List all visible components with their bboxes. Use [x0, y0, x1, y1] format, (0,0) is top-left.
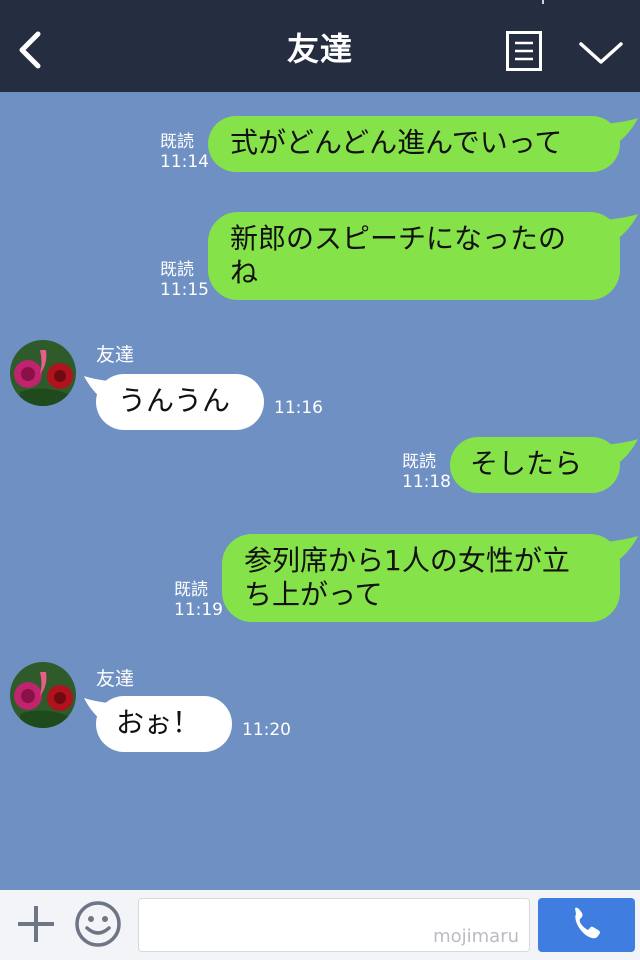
message-time: 11:19 — [174, 600, 223, 620]
sender-name: 友達 — [96, 668, 135, 690]
read-receipt: 既読 — [174, 580, 208, 600]
rose-avatar-icon — [10, 662, 76, 728]
message-text: 新郎のスピーチになったの ね — [230, 222, 567, 289]
message-input[interactable]: mojimaru — [138, 898, 530, 952]
plus-icon[interactable] — [16, 904, 56, 944]
phone-icon — [575, 907, 600, 939]
watermark: mojimaru — [433, 926, 519, 947]
read-receipt: 既読 — [402, 452, 436, 472]
bubble-tail — [604, 118, 638, 144]
avatar[interactable] — [10, 340, 76, 406]
message-time: 11:20 — [242, 720, 291, 740]
message-bubble[interactable]: 参列席から1人の女性が立 ち上がって — [222, 534, 620, 622]
chat-title: 友達 — [286, 30, 353, 68]
read-receipt: 既読 — [160, 260, 194, 280]
message-text: 参列席から1人の女性が立 ち上がって — [244, 544, 570, 611]
message-text: うんうん — [118, 384, 231, 417]
message-bubble[interactable]: そしたら — [450, 437, 620, 493]
bubble-tail — [604, 439, 638, 465]
message-bubble[interactable]: 式がどんどん進んでいって — [208, 116, 620, 172]
message-time: 11:15 — [160, 280, 209, 300]
message-bubble[interactable]: 新郎のスピーチになったの ね — [208, 212, 620, 300]
chat-area: 既読 11:14 式がどんどん進んでいって 既読 11:15 新郎のスピーチにな… — [0, 92, 640, 890]
message-text: 式がどんどん進んでいって — [230, 126, 563, 159]
message-bubble[interactable]: おぉ！ — [96, 696, 232, 752]
read-receipt: 既読 — [160, 132, 194, 152]
status-mark — [542, 0, 544, 4]
chevron-down-icon[interactable] — [578, 38, 624, 68]
message-text: おぉ！ — [116, 706, 201, 739]
header-bar: 友達 — [0, 0, 640, 92]
smiley-icon[interactable] — [74, 900, 122, 948]
message-text: そしたら — [470, 447, 583, 480]
sender-name: 友達 — [96, 344, 135, 366]
avatar[interactable] — [10, 662, 76, 728]
message-bubble[interactable]: うんうん — [96, 374, 264, 430]
rose-avatar-icon — [10, 340, 76, 406]
call-button[interactable] — [538, 898, 635, 952]
message-time: 11:18 — [402, 472, 451, 492]
menu-icon[interactable] — [506, 31, 542, 71]
bubble-tail — [604, 214, 638, 240]
bubble-tail — [604, 536, 638, 562]
message-time: 11:14 — [160, 152, 209, 172]
message-time: 11:16 — [274, 398, 323, 418]
